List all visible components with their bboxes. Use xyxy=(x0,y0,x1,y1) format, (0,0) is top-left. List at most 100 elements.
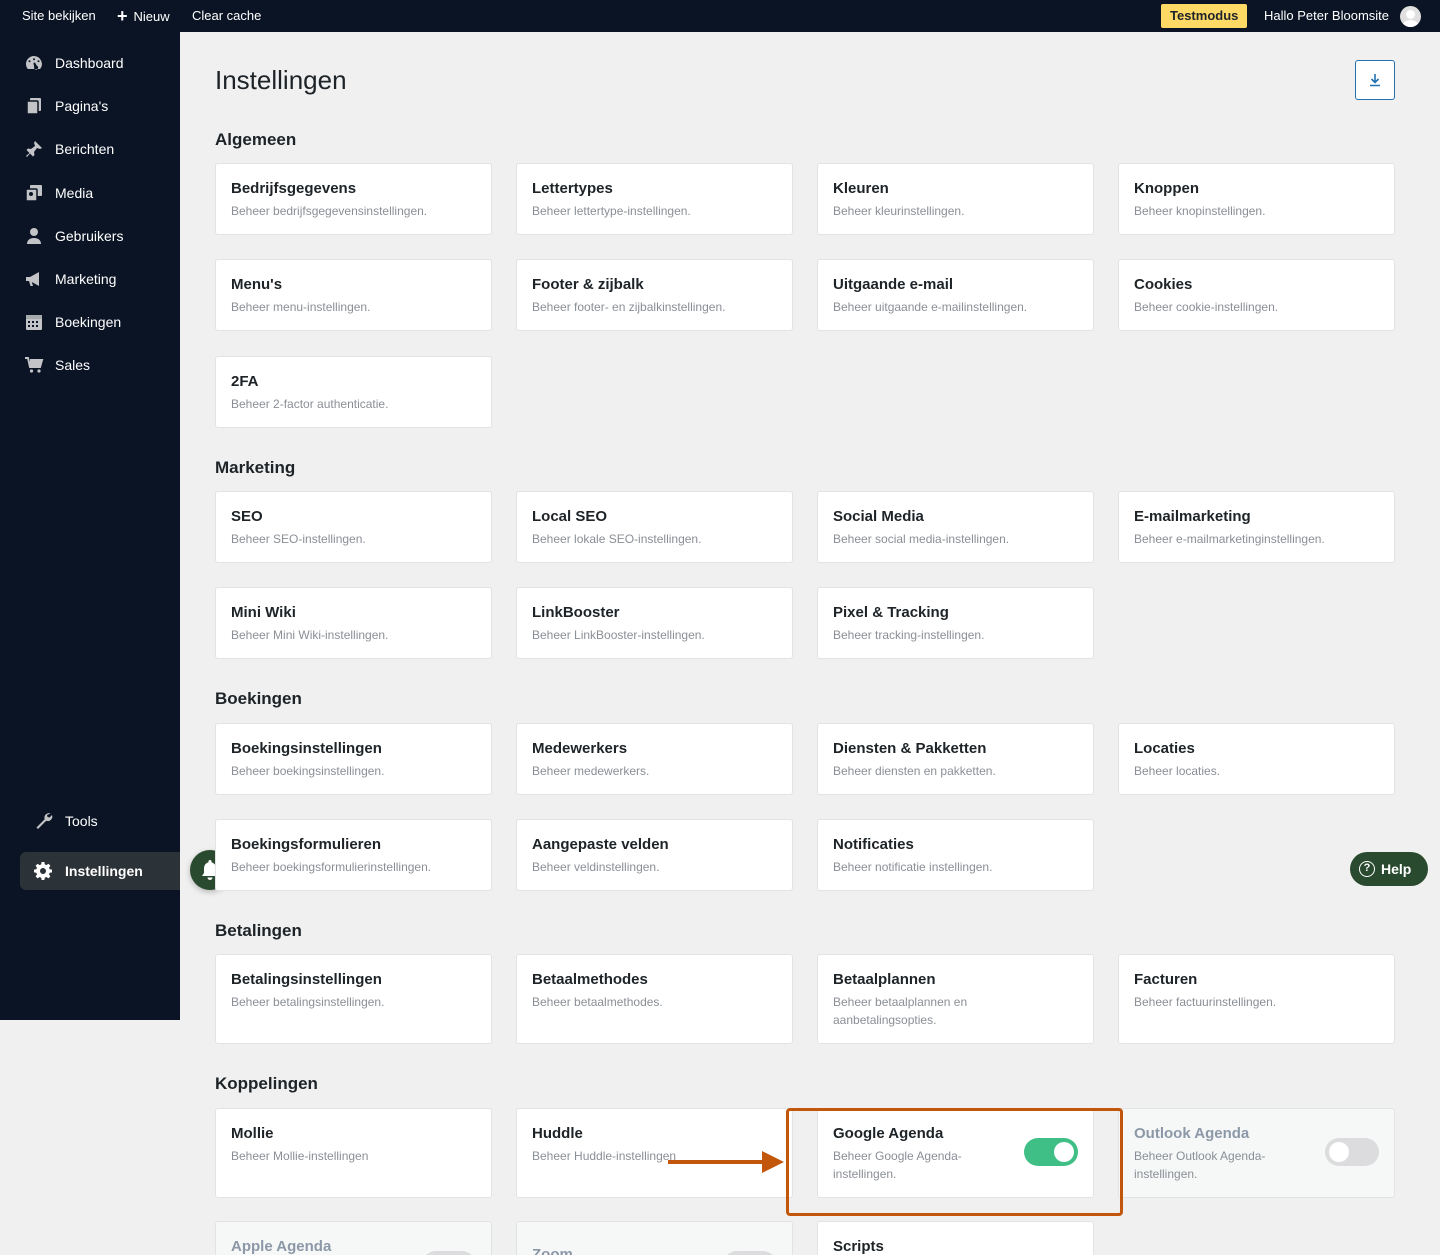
card-title: E-mailmarketing xyxy=(1134,508,1251,525)
settings-card[interactable]: Local SEO Beheer lokale SEO-instellingen. xyxy=(516,491,793,563)
settings-card[interactable]: LinkBooster Beheer LinkBooster-instelling… xyxy=(516,587,793,659)
settings-card[interactable]: Uitgaande e-mail Beheer uitgaande e-maili… xyxy=(817,259,1094,331)
avatar[interactable] xyxy=(1400,6,1421,27)
site-view-link[interactable]: Site bekijken xyxy=(22,0,96,32)
section-title-algemeen: Algemeen xyxy=(215,130,297,149)
settings-card[interactable]: Knoppen Beheer knopinstellingen. xyxy=(1118,163,1395,235)
card-description: Beheer knopinstellingen. xyxy=(1134,204,1266,218)
settings-card[interactable]: Notificaties Beheer notificatie instellin… xyxy=(817,819,1094,891)
sidebar-item-label: Instellingen xyxy=(65,863,143,879)
settings-card[interactable]: Boekingsformulieren Beheer boekingsformul… xyxy=(215,819,492,891)
settings-card[interactable]: Facturen Beheer factuurinstellingen. xyxy=(1118,954,1395,1044)
section-title-betalingen: Betalingen xyxy=(215,921,302,940)
settings-card[interactable]: Diensten & Pakketten Beheer diensten en p… xyxy=(817,723,1094,795)
card-description: Beheer Outlook Agenda-instellingen. xyxy=(1134,1149,1266,1181)
card-description: Beheer menu-instellingen. xyxy=(231,300,371,314)
card-title: Local SEO xyxy=(532,508,608,525)
settings-card[interactable]: Lettertypes Beheer lettertype-instellinge… xyxy=(516,163,793,235)
card-title: Mollie xyxy=(231,1125,274,1142)
card-description: Beheer betaalplannen en aanbetalingsopti… xyxy=(833,995,968,1027)
sidebar-item-marketing[interactable]: Marketing xyxy=(0,260,180,298)
card-description: Beheer diensten en pakketten. xyxy=(833,764,996,778)
download-button[interactable] xyxy=(1355,60,1395,100)
sidebar-item-posts[interactable]: Berichten xyxy=(0,130,180,168)
help-label: Help xyxy=(1381,861,1412,877)
sidebar-item-pages[interactable]: Pagina's xyxy=(0,87,180,125)
zoom-toggle[interactable] xyxy=(723,1251,777,1255)
clear-cache-link[interactable]: Clear cache xyxy=(192,0,261,32)
sidebar-item-label: Sales xyxy=(55,357,91,373)
card-description: Beheer lokale SEO-instellingen. xyxy=(532,532,702,546)
wrench-icon xyxy=(36,813,53,829)
sidebar-item-bookings[interactable]: Boekingen xyxy=(0,303,180,341)
card-description: Beheer boekingsformulierinstellingen. xyxy=(231,860,432,874)
settings-card[interactable]: Kleuren Beheer kleurinstellingen. xyxy=(817,163,1094,235)
card-title: Menu's xyxy=(231,276,283,293)
card-title: Medewerkers xyxy=(532,740,628,757)
page-title: Instellingen xyxy=(215,65,347,95)
settings-card[interactable]: Locaties Beheer locaties. xyxy=(1118,723,1395,795)
card-description: Beheer SEO-instellingen. xyxy=(231,532,366,546)
card-description: Beheer Mini Wiki-instellingen. xyxy=(231,628,389,642)
settings-card[interactable]: Zoom xyxy=(516,1221,793,1255)
card-title: Social Media xyxy=(833,508,924,525)
settings-card[interactable]: SEO Beheer SEO-instellingen. xyxy=(215,491,492,563)
settings-card[interactable]: Boekingsinstellingen Beheer boekingsinste… xyxy=(215,723,492,795)
card-description: Beheer e-mailmarketinginstellingen. xyxy=(1134,532,1325,546)
test-mode-badge[interactable]: Testmodus xyxy=(1161,4,1248,28)
settings-card[interactable]: Betaalplannen Beheer betaalplannen en aan… xyxy=(817,954,1094,1044)
sidebar-item-settings[interactable]: Instellingen xyxy=(20,852,180,890)
card-title: Scripts xyxy=(833,1238,884,1255)
settings-card[interactable]: Mini Wiki Beheer Mini Wiki-instellingen. xyxy=(215,587,492,659)
settings-card[interactable]: Medewerkers Beheer medewerkers. xyxy=(516,723,793,795)
user-greeting[interactable]: Hallo Peter Bloomsite xyxy=(1264,0,1389,32)
settings-card[interactable]: E-mailmarketing Beheer e-mailmarketingins… xyxy=(1118,491,1395,563)
card-title: Bedrijfsgegevens xyxy=(231,180,357,197)
user-icon xyxy=(27,228,41,244)
sidebar-item-label: Tools xyxy=(65,813,98,829)
card-description: Beheer footer- en zijbalkinstellingen. xyxy=(532,300,726,314)
apple-agenda-toggle[interactable] xyxy=(422,1251,476,1255)
settings-card[interactable]: Mollie Beheer Mollie-instellingen xyxy=(215,1108,492,1198)
sidebar-item-media[interactable]: Media xyxy=(0,174,180,212)
card-title: 2FA xyxy=(231,373,259,390)
settings-card[interactable]: Cookies Beheer cookie-instellingen. xyxy=(1118,259,1395,331)
sidebar-item-users[interactable]: Gebruikers xyxy=(0,217,180,255)
new-link[interactable]: + Nieuw xyxy=(117,0,170,32)
settings-card[interactable]: Aangepaste velden Beheer veldinstellingen… xyxy=(516,819,793,891)
settings-card[interactable]: Menu's Beheer menu-instellingen. xyxy=(215,259,492,331)
sidebar-item-label: Pagina's xyxy=(55,98,109,114)
megaphone-icon xyxy=(26,272,39,286)
card-description: Beheer social media-instellingen. xyxy=(833,532,1010,546)
section-title-boekingen: Boekingen xyxy=(215,689,302,708)
sidebar-item-dashboard[interactable]: Dashboard xyxy=(0,44,180,82)
help-button[interactable]: ? Help xyxy=(1350,852,1428,886)
outlook-agenda-toggle[interactable] xyxy=(1325,1138,1379,1166)
settings-card[interactable]: Footer & zijbalk Beheer footer- en zijbal… xyxy=(516,259,793,331)
card-description: Beheer boekingsinstellingen. xyxy=(231,764,385,778)
dashboard-icon xyxy=(26,56,42,70)
settings-card[interactable]: Betaalmethodes Beheer betaalmethodes. xyxy=(516,954,793,1044)
settings-card[interactable]: Bedrijfsgegevens Beheer bedrijfsgegevensi… xyxy=(215,163,492,235)
calendar-icon xyxy=(26,315,42,330)
card-description: Beheer betaalmethodes. xyxy=(532,995,663,1009)
card-title: Betaalmethodes xyxy=(532,971,648,988)
settings-card[interactable]: Scripts xyxy=(817,1221,1094,1255)
settings-card[interactable]: Social Media Beheer social media-instelli… xyxy=(817,491,1094,563)
sidebar-item-tools[interactable]: Tools xyxy=(0,802,180,840)
settings-card[interactable]: Betalingsinstellingen Beheer betalingsins… xyxy=(215,954,492,1044)
sidebar-item-sales[interactable]: Sales xyxy=(0,346,180,384)
settings-card[interactable]: Outlook Agenda Beheer Outlook Agenda-ins… xyxy=(1118,1108,1395,1198)
settings-card[interactable]: Apple Agenda xyxy=(215,1221,492,1255)
card-description: Beheer uitgaande e-mailinstellingen. xyxy=(833,300,1028,314)
sidebar-item-label: Dashboard xyxy=(55,55,124,71)
card-description: Beheer lettertype-instellingen. xyxy=(532,204,691,218)
card-description: Beheer tracking-instellingen. xyxy=(833,628,985,642)
settings-card[interactable]: Pixel & Tracking Beheer tracking-instelli… xyxy=(817,587,1094,659)
card-title: Betaalplannen xyxy=(833,971,936,988)
settings-card[interactable]: 2FA Beheer 2-factor authenticatie. xyxy=(215,356,492,428)
pages-icon xyxy=(26,98,41,115)
card-title: Kleuren xyxy=(833,180,889,197)
plus-icon: + xyxy=(117,6,128,26)
card-description: Beheer cookie-instellingen. xyxy=(1134,300,1279,314)
